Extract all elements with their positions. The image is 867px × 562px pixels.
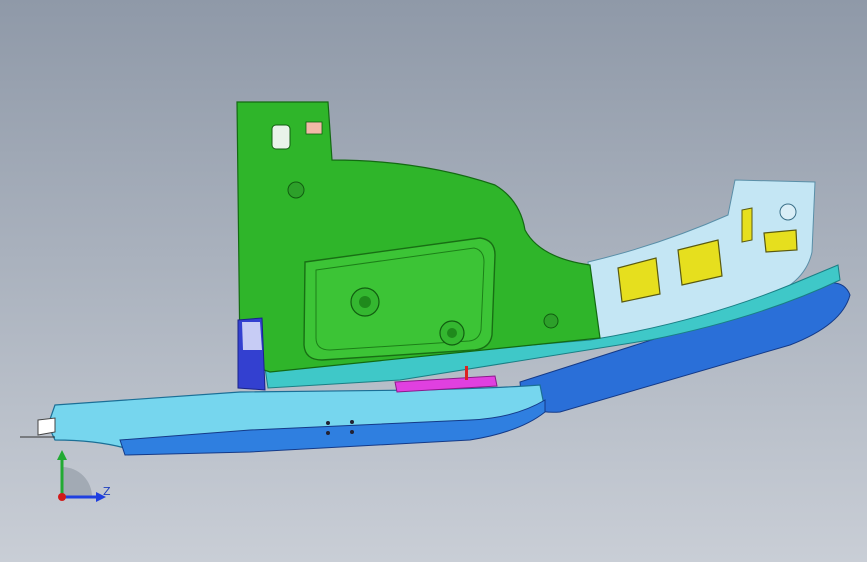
panel-hole xyxy=(287,181,305,199)
panel-hole xyxy=(359,296,371,308)
z-axis-label: Z xyxy=(103,485,111,498)
panel-hole xyxy=(779,203,797,221)
rocker-tip xyxy=(37,417,56,436)
axis-triad xyxy=(57,450,106,502)
rocker-bolt xyxy=(350,420,354,424)
panel-hole xyxy=(543,313,559,329)
triad-origin xyxy=(58,493,66,501)
triad-plane xyxy=(62,467,92,497)
rocker-bolt xyxy=(350,430,354,434)
window-opening[interactable] xyxy=(763,229,798,253)
y-axis-arrow xyxy=(57,450,67,460)
cad-model[interactable] xyxy=(0,0,867,562)
rocker-bolt xyxy=(326,421,330,425)
accent-tab xyxy=(305,121,323,135)
red-marker xyxy=(465,366,468,380)
cad-viewport[interactable]: Z xyxy=(0,0,867,562)
rocker-bolt xyxy=(326,431,330,435)
window-opening[interactable] xyxy=(741,207,753,243)
edge-flange-light xyxy=(242,322,262,350)
panel-hole xyxy=(447,328,457,338)
panel-cutout xyxy=(271,124,291,150)
